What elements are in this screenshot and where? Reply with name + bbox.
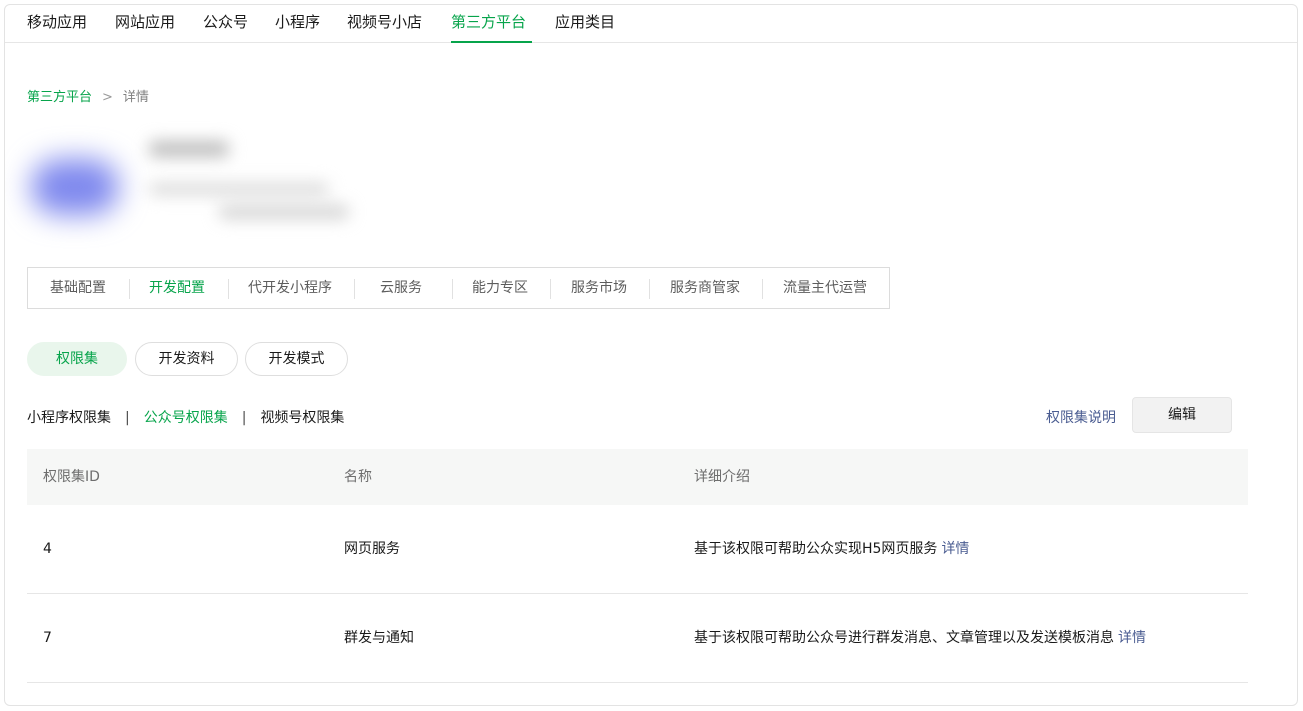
nav-tab-official-account[interactable]: 公众号	[203, 5, 248, 43]
row-detail-link[interactable]: 详情	[1118, 630, 1146, 646]
column-header-name: 名称	[344, 469, 372, 485]
row-desc-cell: 基于该权限可帮助公众实现H5网页服务 详情	[694, 505, 969, 593]
row-desc: 基于该权限可帮助公众实现H5网页服务	[694, 541, 938, 557]
section-tab-provider-manager[interactable]: 服务商管家	[670, 268, 740, 308]
section-tab-divider	[129, 279, 130, 299]
row-detail-link[interactable]: 详情	[941, 541, 969, 557]
row-name: 网页服务	[344, 541, 400, 557]
row-desc-cell: 基于该权限可帮助公众号进行群发消息、文章管理以及发送模板消息 详情	[694, 594, 1146, 682]
section-tab-divider	[354, 279, 355, 299]
section-tab-divider	[649, 279, 650, 299]
app-name-blurred	[149, 141, 229, 157]
section-tab-divider	[228, 279, 229, 299]
subtab-separator: |	[125, 410, 130, 426]
nav-tab-website-app[interactable]: 网站应用	[115, 5, 175, 43]
app-frame: 移动应用 网站应用 公众号 小程序 视频号小店 第三方平台 应用类目 第三方平台…	[4, 4, 1298, 706]
row-id: 4	[43, 541, 52, 557]
top-nav: 移动应用 网站应用 公众号 小程序 视频号小店 第三方平台 应用类目	[5, 5, 1297, 43]
section-tab-divider	[452, 279, 453, 299]
row-name: 群发与通知	[344, 630, 414, 646]
app-info-blurred	[149, 183, 329, 195]
permission-table: 权限集ID 名称 详细介绍 4 网页服务 基于该权限可帮助公众实现H5网页服务详…	[27, 449, 1248, 683]
breadcrumb-parent-link[interactable]: 第三方平台	[27, 90, 92, 105]
column-header-id: 权限集ID	[43, 469, 100, 485]
app-profile-blurred	[19, 125, 367, 245]
edit-button[interactable]: 编辑	[1132, 397, 1232, 433]
section-tab-basic-config[interactable]: 基础配置	[50, 268, 106, 308]
subtab-separator: |	[241, 410, 247, 426]
app-meta-blurred	[219, 205, 349, 219]
breadcrumb-current: 详情	[122, 90, 149, 105]
section-tab-service-market[interactable]: 服务市场	[571, 268, 627, 308]
nav-tab-third-party-platform[interactable]: 第三方平台	[451, 5, 526, 43]
table-header: 权限集ID 名称 详细介绍	[27, 449, 1248, 505]
permission-help-link[interactable]: 权限集说明	[1046, 407, 1116, 427]
breadcrumb: 第三方平台 > 详情	[27, 86, 149, 105]
nav-tab-channels-shop[interactable]: 视频号小店	[347, 5, 422, 43]
pill-dev-docs[interactable]: 开发资料	[135, 342, 238, 376]
breadcrumb-separator: >	[102, 90, 113, 105]
section-tab-divider	[762, 279, 763, 299]
section-tab-capability-zone[interactable]: 能力专区	[472, 268, 528, 308]
subtab-mini-program-permissions[interactable]: 小程序权限集	[27, 410, 111, 426]
row-desc: 基于该权限可帮助公众号进行群发消息、文章管理以及发送模板消息	[694, 630, 1114, 646]
permission-subtabs: 小程序权限集 | 公众号权限集 | 视频号权限集	[27, 407, 344, 427]
app-avatar	[31, 159, 119, 215]
nav-tab-mobile-app[interactable]: 移动应用	[27, 5, 87, 43]
row-id: 7	[43, 630, 52, 646]
section-tab-traffic-ops[interactable]: 流量主代运营	[783, 268, 867, 308]
column-header-desc: 详细介绍	[694, 469, 750, 485]
section-tab-mini-program-dev[interactable]: 代开发小程序	[248, 268, 332, 308]
section-tab-divider	[550, 279, 551, 299]
table-row: 7 群发与通知 基于该权限可帮助公众号进行群发消息、文章管理以及发送模板消息 详情	[27, 594, 1248, 683]
subtab-official-account-permissions[interactable]: 公众号权限集	[144, 410, 228, 426]
nav-tab-app-category[interactable]: 应用类目	[555, 5, 615, 43]
nav-tab-mini-program[interactable]: 小程序	[275, 5, 320, 43]
active-tab-underline	[451, 41, 532, 43]
table-row: 4 网页服务 基于该权限可帮助公众实现H5网页服务 详情	[27, 505, 1248, 594]
section-tab-cloud-service[interactable]: 云服务	[380, 268, 422, 308]
pill-dev-mode[interactable]: 开发模式	[245, 342, 348, 376]
section-tabs: 基础配置 开发配置 代开发小程序 云服务 能力专区 服务市场 服务商管家 流量主…	[27, 267, 890, 309]
subtab-channels-permissions[interactable]: 视频号权限集	[260, 410, 344, 426]
section-tab-dev-config[interactable]: 开发配置	[149, 268, 205, 308]
pill-permission-set[interactable]: 权限集	[27, 342, 127, 376]
